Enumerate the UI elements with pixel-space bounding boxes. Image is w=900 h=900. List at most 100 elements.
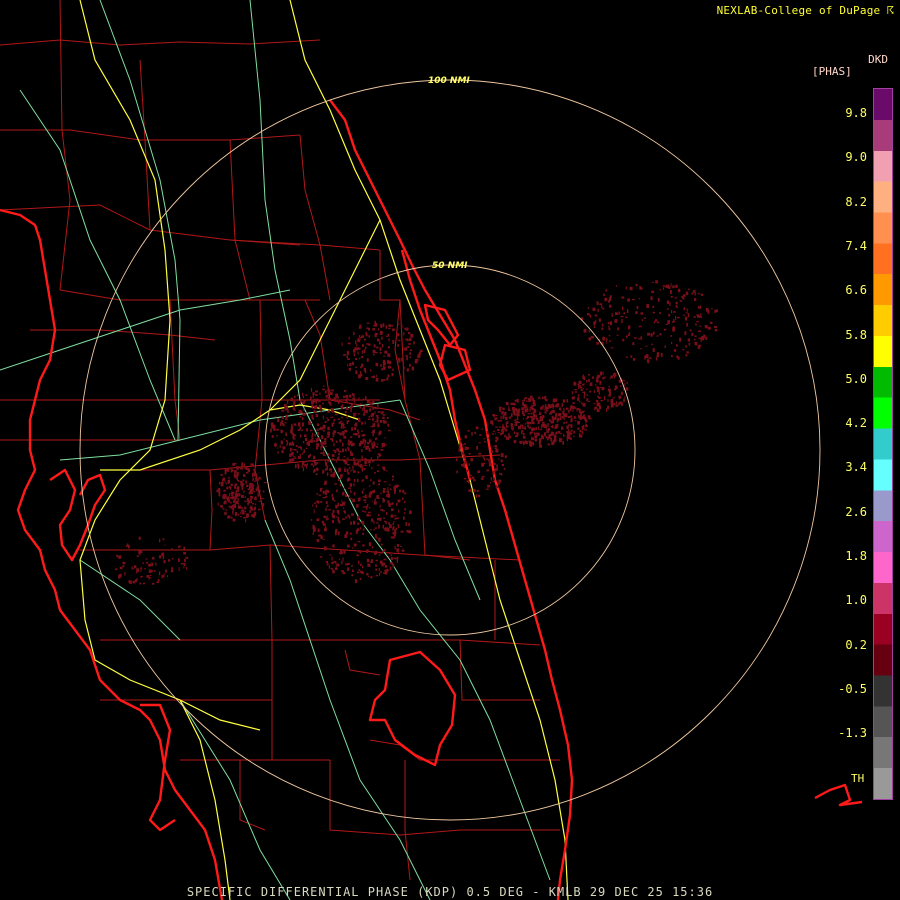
echo-pixel xyxy=(250,501,253,503)
echo-pixel xyxy=(349,483,352,487)
echo-pixel xyxy=(521,425,524,429)
echo-pixel xyxy=(539,439,542,442)
echo-pixel xyxy=(277,447,279,449)
echo-pixel xyxy=(579,400,581,403)
echo-pixel xyxy=(578,380,582,385)
echo-pixel xyxy=(230,501,232,504)
echo-pixel xyxy=(320,426,323,430)
echo-pixel xyxy=(390,562,393,565)
echo-pixel xyxy=(538,433,540,436)
echo-pixel xyxy=(474,431,477,434)
echo-pixel xyxy=(320,446,322,451)
echo-pixel xyxy=(357,351,359,355)
echo-pixel xyxy=(676,344,678,347)
echo-pixel xyxy=(684,331,687,336)
echo-pixel xyxy=(550,426,553,428)
echo-pixel xyxy=(397,549,399,554)
echo-pixel xyxy=(353,462,357,466)
echo-pixel xyxy=(513,402,516,406)
echo-pixel xyxy=(670,290,672,294)
echo-pixel xyxy=(257,479,260,481)
echo-pixel xyxy=(305,428,308,432)
echo-pixel xyxy=(343,510,346,513)
echo-pixel xyxy=(554,438,557,442)
echo-pixel xyxy=(405,522,407,526)
echo-pixel xyxy=(378,431,381,435)
echo-pixel xyxy=(362,465,364,467)
echo-pixel xyxy=(297,465,300,469)
echo-pixel xyxy=(294,457,297,459)
echo-pixel xyxy=(692,290,696,293)
echo-pixel xyxy=(579,429,582,433)
echo-pixel xyxy=(309,429,312,431)
echo-pixel xyxy=(598,318,601,322)
echo-pixel xyxy=(563,421,566,424)
echo-pixel xyxy=(302,467,304,472)
echo-pixel xyxy=(126,543,129,547)
echo-pixel xyxy=(615,312,618,315)
echo-pixel xyxy=(346,351,350,355)
echo-pixel xyxy=(368,335,370,338)
echo-pixel xyxy=(345,494,347,498)
echo-pixel xyxy=(345,398,347,402)
echo-pixel xyxy=(397,323,400,325)
echo-pixel xyxy=(355,366,357,369)
echo-pixel xyxy=(560,410,562,412)
echo-pixel xyxy=(388,365,392,369)
product-label: SPECIFIC DIFFERENTIAL PHASE (KDP) 0.5 DE… xyxy=(186,885,714,899)
echo-pixel xyxy=(601,327,604,330)
echo-pixel xyxy=(257,477,260,480)
echo-pixel xyxy=(513,439,517,444)
echo-pixel xyxy=(384,437,386,439)
echo-pixel xyxy=(589,390,592,393)
echo-pixel xyxy=(347,358,350,360)
echo-pixel xyxy=(153,570,156,572)
echo-pixel xyxy=(220,505,223,508)
echo-pixel xyxy=(547,409,549,412)
echo-pixel xyxy=(274,416,277,418)
echo-pixel xyxy=(284,422,287,424)
echo-pixel xyxy=(379,420,383,423)
echo-pixel xyxy=(527,407,529,409)
echo-pixel xyxy=(240,482,243,486)
echo-pixel xyxy=(222,508,225,510)
echo-pixel xyxy=(313,455,316,460)
echo-pixel xyxy=(625,387,629,391)
echo-pixel xyxy=(331,458,334,461)
echo-pixel xyxy=(324,460,326,465)
echo-pixel xyxy=(370,369,372,372)
echo-pixel xyxy=(332,433,336,435)
echo-pixel xyxy=(343,354,346,356)
echo-pixel xyxy=(689,329,692,332)
echo-pixel xyxy=(249,506,251,509)
echo-pixel xyxy=(635,311,638,315)
echo-pixel xyxy=(384,350,388,354)
echo-pixel xyxy=(352,498,355,503)
echo-pixel xyxy=(285,432,287,437)
echo-pixel xyxy=(625,335,628,338)
echo-pixel xyxy=(378,483,380,486)
echo-pixel xyxy=(669,302,671,306)
echo-pixel xyxy=(567,429,570,431)
echo-pixel xyxy=(597,395,600,398)
echo-pixel xyxy=(652,305,655,308)
echo-pixel xyxy=(300,398,302,403)
echo-pixel xyxy=(351,574,354,577)
echo-pixel xyxy=(570,424,573,428)
echo-pixel xyxy=(342,431,345,434)
echo-pixel xyxy=(533,405,535,407)
echo-pixel xyxy=(682,297,685,300)
echo-pixel xyxy=(576,408,580,411)
echo-pixel xyxy=(503,467,506,470)
echo-pixel xyxy=(331,561,334,565)
echo-pixel xyxy=(133,565,137,569)
echo-pixel xyxy=(582,391,585,393)
echo-pixel xyxy=(526,400,528,402)
echo-pixel xyxy=(386,490,388,493)
echo-pixel xyxy=(519,440,522,444)
echo-pixel xyxy=(257,490,259,494)
echo-pixel xyxy=(373,501,377,505)
echo-pixel xyxy=(494,433,496,435)
echo-pixel xyxy=(694,341,698,346)
echo-pixel xyxy=(522,400,525,402)
